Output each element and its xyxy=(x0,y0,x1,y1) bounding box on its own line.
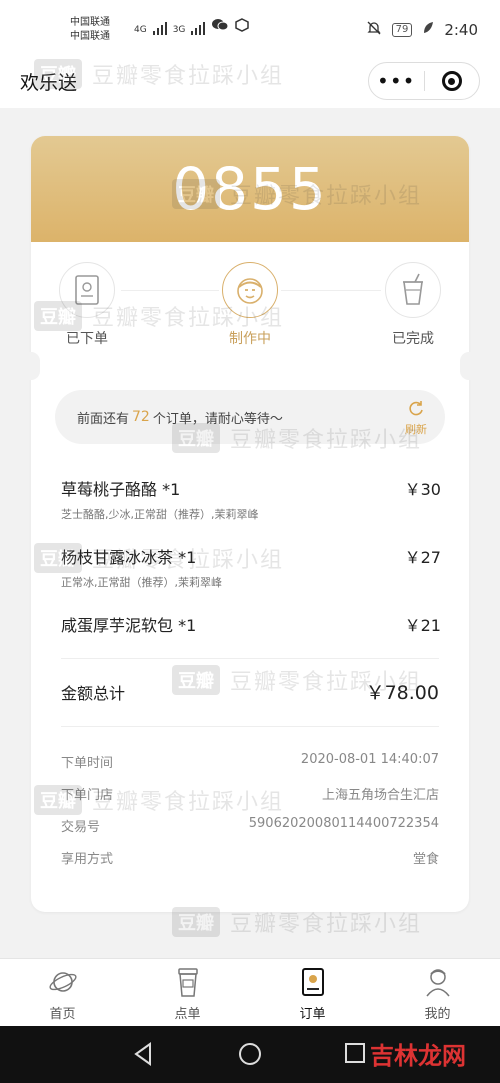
tab-label: 点单 xyxy=(174,1007,201,1022)
chef-icon xyxy=(222,262,278,318)
item-price: ￥30 xyxy=(404,480,441,499)
signal-icon xyxy=(152,22,167,35)
item-spec: 正常冰,正常甜（推荐）,茉莉翠峰 xyxy=(61,576,222,589)
notice-suffix: 个订单，请耐心等待～ xyxy=(152,411,283,427)
refresh-label: 刷新 xyxy=(405,423,427,436)
info-label: 下单门店 xyxy=(61,788,114,803)
info-value: 堂食 xyxy=(412,852,439,867)
nav-bar: 欢乐送 ••• xyxy=(0,56,500,108)
cup-icon xyxy=(125,965,250,999)
order-progress: 已下单 制作中 已完成 xyxy=(31,242,469,360)
info-value: 上海五角场合生汇店 xyxy=(321,788,439,803)
info-label: 享用方式 xyxy=(61,852,114,867)
signal-group: 4G 3G xyxy=(134,18,250,35)
step-label: 制作中 xyxy=(229,331,271,347)
receipt-icon xyxy=(59,262,115,318)
total-amount: ￥78.00 xyxy=(365,682,439,704)
carrier-1: 中国联通 xyxy=(70,17,110,28)
status-bar: 中国联通 中国联通 4G 3G 79 2:40 xyxy=(0,0,500,56)
carrier-info: 中国联通 中国联通 xyxy=(70,16,110,44)
home-button[interactable] xyxy=(238,1042,262,1070)
info-row: 下单门店 上海五角场合生汇店 xyxy=(61,784,439,816)
tab-profile[interactable]: 我的 xyxy=(375,959,500,1026)
target-icon xyxy=(441,71,462,91)
notice-prefix: 前面还有 xyxy=(77,411,130,427)
leaf-icon xyxy=(422,21,434,39)
info-label: 下单时间 xyxy=(61,756,114,771)
step-ordered: 已下单 xyxy=(37,262,137,348)
tab-label: 首页 xyxy=(49,1007,76,1022)
pickup-code: 0855 xyxy=(172,155,328,223)
refresh-icon xyxy=(409,401,423,416)
step-label: 已完成 xyxy=(392,331,434,347)
order-item: 杨枝甘露冰冰茶 *1 正常冰,正常甜（推荐）,茉莉翠峰 ￥27 xyxy=(61,544,441,612)
info-value: 59062020080114400722354 xyxy=(248,816,439,831)
cup-icon xyxy=(385,262,441,318)
ticket-notch xyxy=(460,352,478,380)
ticket-notch xyxy=(22,352,40,380)
total-label: 金额总计 xyxy=(61,684,126,703)
battery-icon: 79 xyxy=(391,23,413,37)
corner-watermark: 吉林龙网 xyxy=(370,1041,466,1070)
info-row: 交易号 59062020080114400722354 xyxy=(61,816,439,848)
carrier-2: 中国联通 xyxy=(70,31,110,42)
mini-program-capsule: ••• xyxy=(368,62,480,100)
order-total: 金额总计 ￥78.00 xyxy=(61,680,439,704)
item-price: ￥21 xyxy=(404,616,441,635)
planet-icon xyxy=(0,965,125,999)
more-button[interactable]: ••• xyxy=(369,71,424,91)
wechat-icon xyxy=(211,18,229,35)
status-right: 79 2:40 xyxy=(366,20,478,40)
refresh-button[interactable]: 刷新 xyxy=(405,400,427,437)
page-title: 欢乐送 xyxy=(20,72,78,94)
info-row: 享用方式 堂食 xyxy=(61,848,439,880)
order-item: 咸蛋厚芋泥软包 *1 ￥21 xyxy=(61,612,441,680)
back-button[interactable] xyxy=(132,1042,154,1070)
network-type-2: 3G xyxy=(172,25,186,35)
tab-orders[interactable]: 订单 xyxy=(250,959,375,1026)
tab-bar: 首页 点单 订单 我的 xyxy=(0,958,500,1026)
close-button[interactable] xyxy=(424,71,479,91)
tab-home[interactable]: 首页 xyxy=(0,959,125,1026)
info-row: 下单时间 2020-08-01 14:40:07 xyxy=(61,752,439,784)
step-making: 制作中 xyxy=(200,262,300,348)
queue-count: 72 xyxy=(132,409,150,425)
person-icon xyxy=(375,965,500,999)
tab-label: 订单 xyxy=(299,1007,326,1022)
item-name: 草莓桃子酪酪 *1 xyxy=(61,480,181,499)
info-label: 交易号 xyxy=(61,820,101,835)
divider xyxy=(61,726,439,727)
item-name: 咸蛋厚芋泥软包 *1 xyxy=(61,616,197,635)
order-item: 草莓桃子酪酪 *1 芝士酪酪,少冰,正常甜（推荐）,茉莉翠峰 ￥30 xyxy=(61,476,441,544)
receipt-icon xyxy=(250,965,375,999)
pickup-header: 0855 xyxy=(31,136,469,242)
signal-icon xyxy=(191,22,206,35)
mute-icon xyxy=(366,20,382,40)
item-price: ￥27 xyxy=(404,548,441,567)
item-name: 杨枝甘露冰冰茶 *1 xyxy=(61,548,197,567)
info-value: 2020-08-01 14:40:07 xyxy=(300,752,439,767)
hexagon-icon xyxy=(235,18,250,35)
step-done: 已完成 xyxy=(363,262,463,348)
order-items: 草莓桃子酪酪 *1 芝士酪酪,少冰,正常甜（推荐）,茉莉翠峰 ￥30 杨枝甘露冰… xyxy=(61,476,441,680)
order-info: 下单时间 2020-08-01 14:40:07 下单门店 上海五角场合生汇店 … xyxy=(61,752,439,880)
divider xyxy=(61,658,439,659)
recents-button[interactable] xyxy=(344,1042,366,1068)
network-type-1: 4G xyxy=(134,25,147,35)
tab-menu[interactable]: 点单 xyxy=(125,959,250,1026)
queue-notice: 前面还有 72 个订单，请耐心等待～ 刷新 xyxy=(55,390,445,444)
clock-time: 2:40 xyxy=(444,21,478,39)
step-label: 已下单 xyxy=(66,331,108,347)
item-spec: 芝士酪酪,少冰,正常甜（推荐）,茉莉翠峰 xyxy=(61,508,259,521)
order-card: 0855 已下单 制作中 已完成 前面还有 72 个订单，请耐心等待～ 刷新 草… xyxy=(31,136,469,912)
tab-label: 我的 xyxy=(424,1007,451,1022)
